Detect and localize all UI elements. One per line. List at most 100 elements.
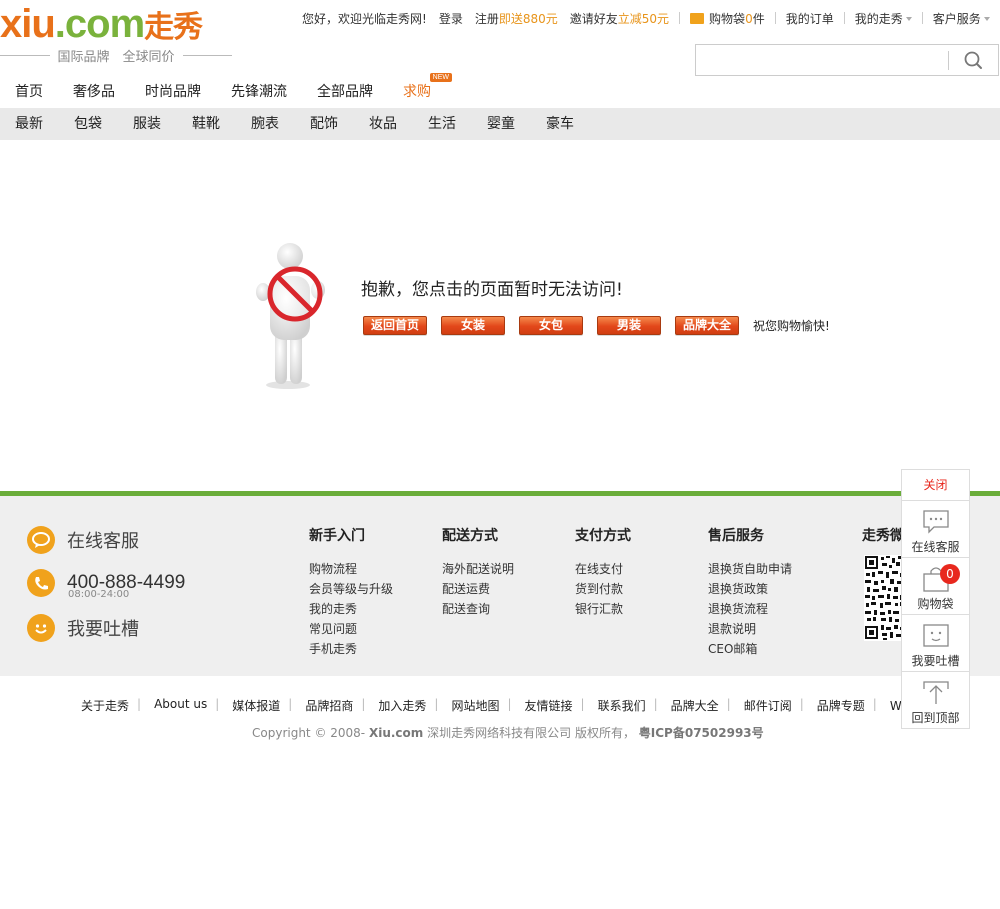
- footer-col-newbie: 新手入门 购物流程 会员等级与升级 我的走秀 常见问题 手机走秀: [309, 525, 393, 659]
- footer-link[interactable]: 我的走秀: [309, 599, 393, 619]
- link-subscribe[interactable]: 邮件订阅: [731, 697, 800, 714]
- footer-link[interactable]: CEO邮箱: [708, 639, 792, 659]
- all-brands-button[interactable]: 品牌大全: [675, 316, 739, 335]
- error-title: 抱歉，您点击的页面暂时无法访问!: [361, 280, 623, 300]
- footer-link[interactable]: 在线支付: [575, 559, 631, 579]
- footer-link[interactable]: 银行汇款: [575, 599, 631, 619]
- cat-kids[interactable]: 婴童: [472, 108, 531, 140]
- shopping-bag-icon: [690, 12, 705, 24]
- cart-link[interactable]: 购物袋0件: [684, 10, 771, 27]
- category-nav: 最新 包袋 服装 鞋靴 腕表 配饰 妆品 生活 婴童 豪车: [0, 108, 1000, 140]
- cat-clothing[interactable]: 服装: [118, 108, 177, 140]
- womens-clothing-button[interactable]: 女装: [441, 316, 505, 335]
- link-brand-invite[interactable]: 品牌招商: [292, 697, 361, 714]
- link-sitemap[interactable]: 网站地图: [438, 697, 507, 714]
- search-button[interactable]: [952, 45, 998, 75]
- cat-life[interactable]: 生活: [413, 108, 472, 140]
- icp-link[interactable]: 粤ICP备07502993号: [639, 726, 764, 740]
- footer-link[interactable]: 退换货政策: [708, 579, 792, 599]
- footer-link[interactable]: 购物流程: [309, 559, 393, 579]
- nav-luxury[interactable]: 奢侈品: [58, 80, 130, 106]
- footer-link[interactable]: 常见问题: [309, 619, 393, 639]
- main-nav: 首页 奢侈品 时尚品牌 先锋潮流 全部品牌 求购 NEW: [0, 73, 452, 106]
- footer-link[interactable]: 手机走秀: [309, 639, 393, 659]
- arrow-up-icon: [923, 681, 949, 704]
- login-link[interactable]: 登录: [433, 10, 469, 27]
- back-home-button[interactable]: 返回首页: [363, 316, 427, 335]
- no-entry-figure-icon: [256, 243, 325, 389]
- phone-icon: [27, 569, 55, 597]
- footer-bottom-links: 关于走秀 | About us | 媒体报道 | 品牌招商 | 加入走秀 | 网站地图 | …: [68, 697, 936, 714]
- footer-link[interactable]: 配送运费: [442, 579, 514, 599]
- side-toolbar: 关闭 在线客服 0 购物袋 我要吐槽 回到顶部: [901, 469, 970, 729]
- cat-cosmetics[interactable]: 妆品: [354, 108, 413, 140]
- cat-accessories[interactable]: 配饰: [295, 108, 354, 140]
- footer-link[interactable]: 退款说明: [708, 619, 792, 639]
- footer-col-wechat: 走秀微: [862, 525, 904, 559]
- side-cart-button[interactable]: 0 购物袋: [902, 558, 969, 615]
- nav-home[interactable]: 首页: [0, 80, 58, 106]
- footer-link[interactable]: 货到付款: [575, 579, 631, 599]
- footer-col-aftersale: 售后服务 退换货自助申请 退换货政策 退换货流程 退款说明 CEO邮箱: [708, 525, 792, 659]
- footer-col-delivery: 配送方式 海外配送说明 配送运费 配送查询: [442, 525, 514, 619]
- link-join[interactable]: 加入走秀: [365, 697, 434, 714]
- side-feedback-button[interactable]: 我要吐槽: [902, 615, 969, 672]
- cat-watches[interactable]: 腕表: [236, 108, 295, 140]
- my-xiu-menu[interactable]: 我的走秀: [849, 10, 918, 27]
- footer-link[interactable]: 会员等级与升级: [309, 579, 393, 599]
- top-bar: 您好，欢迎光临走秀网! 登录 注册即送880元 邀请好友立减50元 购物袋0件 …: [296, 9, 996, 27]
- cat-shoes[interactable]: 鞋靴: [177, 108, 236, 140]
- customer-service-menu[interactable]: 客户服务: [927, 10, 996, 27]
- nav-trend[interactable]: 先锋潮流: [216, 80, 302, 106]
- footer-link[interactable]: 海外配送说明: [442, 559, 514, 579]
- error-actions: 返回首页 女装 女包 男装 品牌大全 祝您购物愉快!: [363, 316, 830, 335]
- feedback-link[interactable]: 我要吐槽: [27, 614, 139, 642]
- side-back-to-top-button[interactable]: 回到顶部: [902, 672, 969, 729]
- link-media[interactable]: 媒体报道: [219, 697, 288, 714]
- chevron-down-icon: [905, 16, 912, 21]
- smiley-icon: [27, 614, 55, 642]
- link-brand-topics[interactable]: 品牌专题: [804, 697, 873, 714]
- footer-link[interactable]: 退换货流程: [708, 599, 792, 619]
- register-link[interactable]: 注册即送880元: [469, 10, 564, 27]
- wish-text: 祝您购物愉快!: [753, 319, 830, 333]
- hotline-hours: 08:00-24:00: [68, 589, 130, 600]
- link-all-brands[interactable]: 品牌大全: [658, 697, 727, 714]
- nav-all-brands[interactable]: 全部品牌: [302, 80, 388, 106]
- nav-wanted[interactable]: 求购 NEW: [388, 73, 452, 106]
- link-about[interactable]: 关于走秀: [68, 697, 137, 714]
- footer-col-payment: 支付方式 在线支付 货到付款 银行汇款: [575, 525, 631, 619]
- search-icon: [964, 51, 982, 69]
- cart-count-badge: 0: [940, 564, 960, 584]
- footer-col-title: 售后服务: [708, 528, 764, 544]
- logo-slogan: 国际品牌 全球同价: [0, 46, 233, 65]
- cat-newest[interactable]: 最新: [0, 108, 59, 140]
- site-logo[interactable]: xiu.com走秀 国际品牌 全球同价: [0, 2, 235, 65]
- side-chat-button[interactable]: 在线客服: [902, 501, 969, 558]
- womens-bags-button[interactable]: 女包: [519, 316, 583, 335]
- mens-clothing-button[interactable]: 男装: [597, 316, 661, 335]
- logo-text: xiu.com走秀: [0, 2, 203, 46]
- my-orders-link[interactable]: 我的订单: [780, 10, 840, 27]
- footer-col-title: 配送方式: [442, 528, 498, 544]
- search-input[interactable]: [696, 45, 946, 75]
- nav-fashion-brands[interactable]: 时尚品牌: [130, 80, 216, 106]
- link-contact[interactable]: 联系我们: [585, 697, 654, 714]
- new-badge: NEW: [429, 73, 452, 82]
- hotline: 400-888-4499 08:00-24:00: [27, 569, 185, 600]
- chevron-down-icon: [983, 16, 990, 21]
- footer-col-title: 支付方式: [575, 528, 631, 544]
- smiley-box-icon: [923, 624, 949, 647]
- cat-cars[interactable]: 豪车: [531, 108, 590, 140]
- footer-col-title: 新手入门: [309, 528, 365, 544]
- copyright: Copyright © 2008- Xiu.com 深圳走秀网络科技有限公司 版…: [252, 726, 764, 740]
- online-service-link[interactable]: 在线客服: [27, 526, 139, 554]
- welcome-text: 您好，欢迎光临走秀网!: [302, 11, 427, 26]
- link-about-en[interactable]: About us: [141, 697, 215, 714]
- footer-link[interactable]: 退换货自助申请: [708, 559, 792, 579]
- cat-bags[interactable]: 包袋: [59, 108, 118, 140]
- side-close-button[interactable]: 关闭: [902, 470, 969, 501]
- invite-link[interactable]: 邀请好友立减50元: [564, 10, 675, 27]
- link-friends[interactable]: 友情链接: [512, 697, 581, 714]
- footer-link[interactable]: 配送查询: [442, 599, 514, 619]
